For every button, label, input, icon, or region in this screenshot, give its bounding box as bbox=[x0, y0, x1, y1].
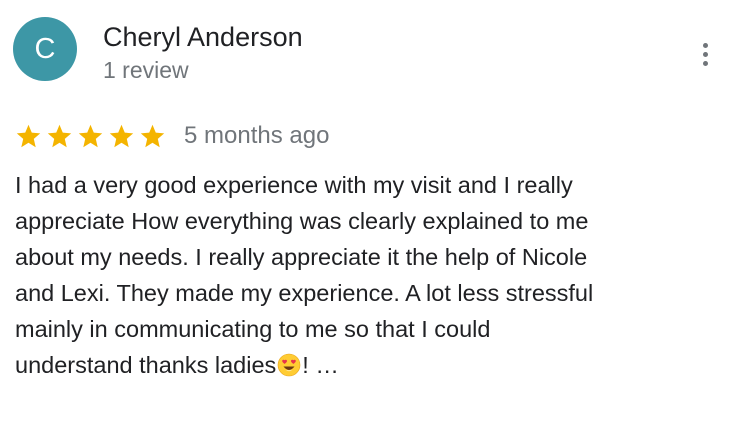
smiling-face-with-heart-eyes-icon bbox=[277, 353, 301, 377]
rating-row: 5 months ago bbox=[15, 118, 329, 154]
reviewer-name[interactable]: Cheryl Anderson bbox=[103, 20, 303, 54]
review-card: C Cheryl Anderson 1 review 5 months ago … bbox=[0, 0, 740, 436]
avatar-initial: C bbox=[34, 32, 56, 65]
review-text-segment: ! … bbox=[302, 352, 339, 378]
review-date: 5 months ago bbox=[184, 122, 330, 149]
star-icon bbox=[109, 124, 134, 147]
review-text-line: I had a very good experience with my vis… bbox=[15, 172, 573, 198]
review-text: I had a very good experience with my vis… bbox=[15, 167, 727, 383]
more-vertical-icon bbox=[702, 41, 708, 68]
review-text-line: about my needs. I really appreciate it t… bbox=[15, 244, 588, 270]
review-text-last-line: understand thanks ladies ! … bbox=[15, 347, 727, 383]
star-icon bbox=[140, 124, 165, 147]
star-icon bbox=[16, 124, 41, 147]
star-rating bbox=[15, 123, 170, 150]
star-icon bbox=[47, 124, 72, 147]
review-text-line: appreciate How everything was clearly ex… bbox=[15, 208, 589, 234]
review-text-segment: understand thanks ladies bbox=[15, 352, 277, 378]
review-text-line: and Lexi. They made my experience. A lot… bbox=[15, 280, 594, 306]
review-text-line: mainly in communicating to me so that I … bbox=[15, 316, 491, 342]
star-icon bbox=[78, 124, 103, 147]
more-options-button[interactable] bbox=[690, 36, 720, 72]
review-count[interactable]: 1 review bbox=[103, 55, 189, 85]
avatar[interactable]: C bbox=[13, 17, 77, 81]
